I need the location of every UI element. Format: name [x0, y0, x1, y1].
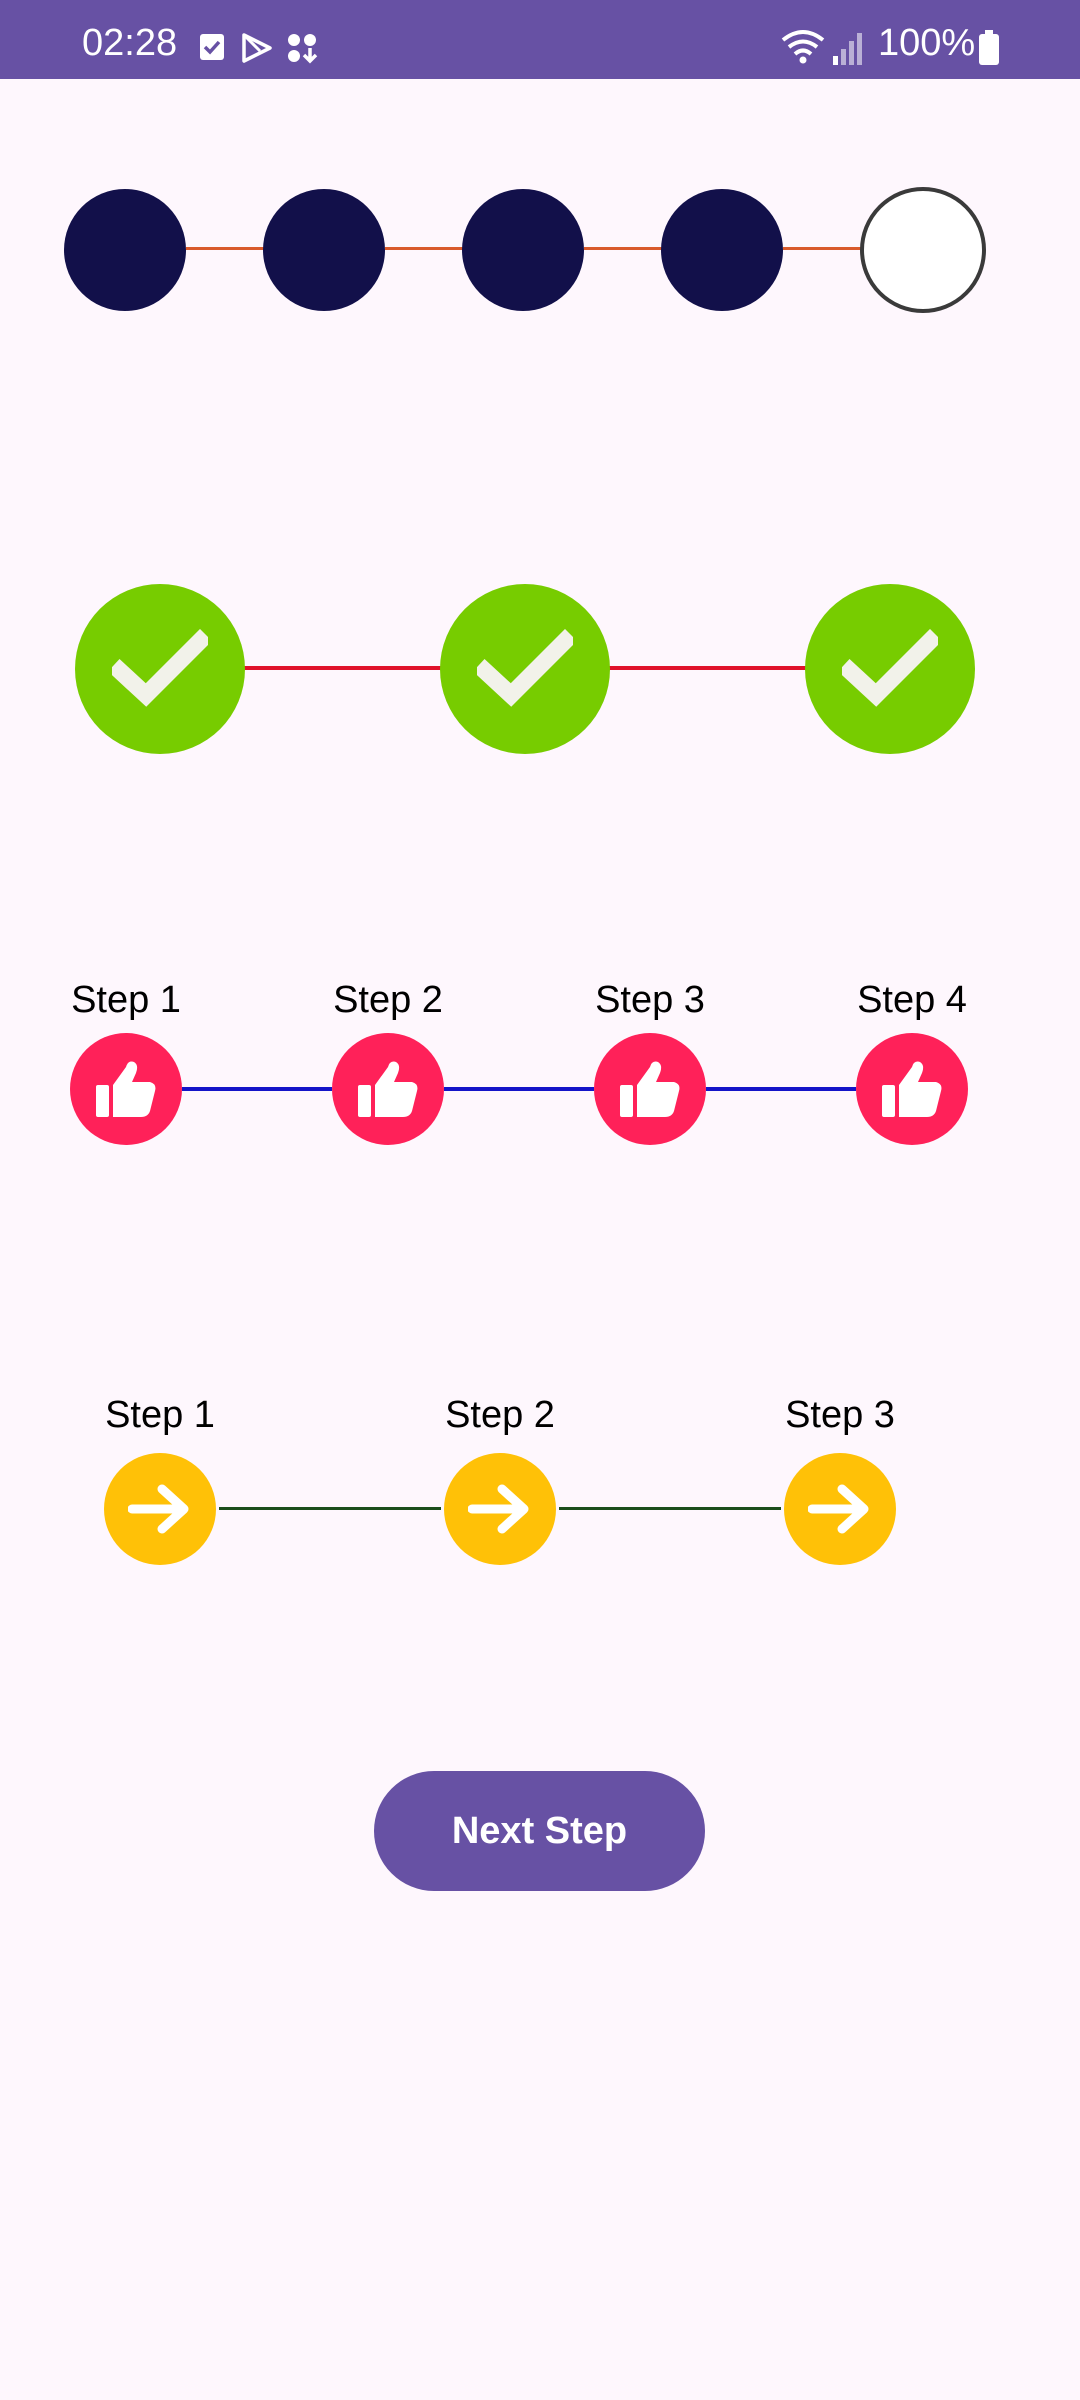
status-time: 02:28	[82, 22, 178, 64]
checkmark-icon	[842, 629, 938, 707]
step-connector	[783, 247, 862, 250]
calendar-check-icon	[200, 34, 224, 60]
step-dot-completed[interactable]	[661, 189, 783, 311]
step-thumb-4[interactable]	[856, 1033, 968, 1145]
step-check-2[interactable]	[440, 584, 610, 754]
play-store-icon	[242, 33, 272, 63]
step-connector	[584, 247, 663, 250]
step-label: Step 4	[857, 979, 967, 1021]
arrow-right-icon	[468, 1484, 529, 1534]
step-dot-completed[interactable]	[64, 189, 186, 311]
step-thumb-1[interactable]	[70, 1033, 182, 1145]
step-label: Step 3	[595, 979, 705, 1021]
step-arrow-3[interactable]	[784, 1453, 896, 1565]
step-dot-pending[interactable]	[860, 187, 986, 313]
step-arrow-1[interactable]	[104, 1453, 216, 1565]
step-connector	[559, 1507, 781, 1510]
step-dot-completed[interactable]	[263, 189, 385, 311]
battery-percent: 100%	[878, 22, 976, 64]
signal-icon	[833, 33, 862, 65]
step-check-3[interactable]	[805, 584, 975, 754]
step-label: Step 2	[445, 1394, 555, 1436]
arrow-right-icon	[808, 1484, 869, 1534]
wifi-icon	[781, 30, 825, 64]
step-label: Step 1	[71, 979, 181, 1021]
next-step-button[interactable]: Next Step	[374, 1771, 705, 1891]
step-connector	[182, 1087, 332, 1091]
status-bar: 02:28 100%	[0, 0, 1080, 79]
step-label: Step 2	[333, 979, 443, 1021]
step-dot-completed[interactable]	[462, 189, 584, 311]
thumbs-up-icon	[358, 1061, 418, 1117]
thumbs-up-icon	[96, 1061, 156, 1117]
step-check-1[interactable]	[75, 584, 245, 754]
checkmark-icon	[112, 629, 208, 707]
checkmark-icon	[477, 629, 573, 707]
step-connector	[186, 247, 265, 250]
step-connector	[444, 1087, 594, 1091]
step-thumb-3[interactable]	[594, 1033, 706, 1145]
step-connector	[219, 1507, 441, 1510]
step-label: Step 1	[105, 1394, 215, 1436]
step-label: Step 3	[785, 1394, 895, 1436]
step-connector	[385, 247, 464, 250]
battery-icon	[979, 30, 999, 65]
thumbs-up-icon	[882, 1061, 942, 1117]
step-connector	[244, 666, 442, 670]
thumbs-up-icon	[620, 1061, 680, 1117]
step-arrow-2[interactable]	[444, 1453, 556, 1565]
step-connector	[706, 1087, 856, 1091]
step-thumb-2[interactable]	[332, 1033, 444, 1145]
step-connector	[609, 666, 807, 670]
apps-download-icon	[288, 34, 318, 64]
arrow-right-icon	[128, 1484, 189, 1534]
